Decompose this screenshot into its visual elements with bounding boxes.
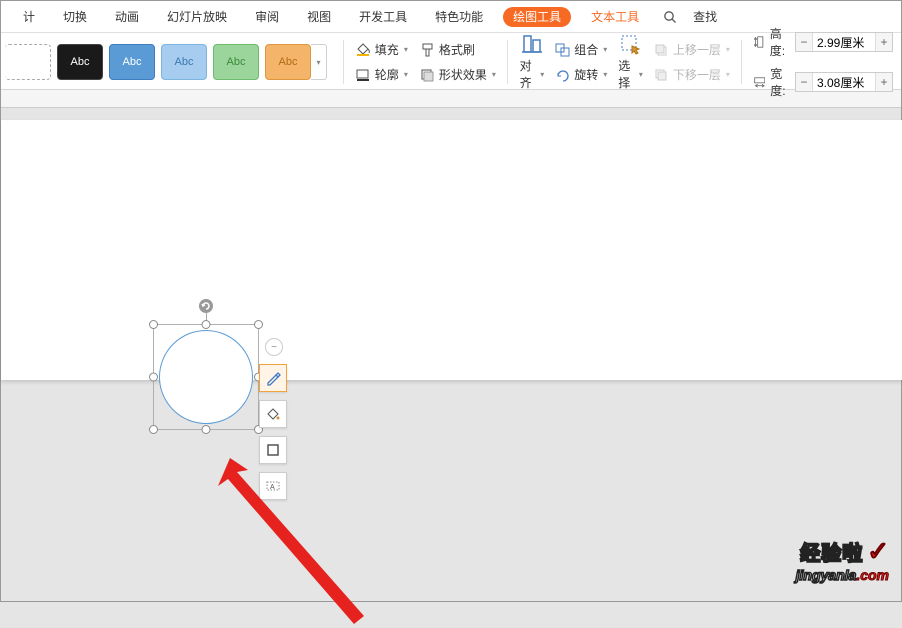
- bucket-icon: [355, 43, 371, 56]
- height-spinner[interactable]: − +: [795, 32, 893, 52]
- fill-label: 填充: [375, 41, 399, 58]
- align-label: 对齐: [520, 57, 538, 91]
- check-icon: ✓: [867, 536, 889, 566]
- tab-review[interactable]: 审阅: [241, 1, 293, 33]
- outline-label: 轮廓: [375, 66, 399, 83]
- height-input[interactable]: [813, 33, 875, 51]
- align-icon: [520, 33, 544, 55]
- separator: [507, 40, 508, 84]
- pencil-icon: [265, 370, 281, 386]
- selected-shape[interactable]: [153, 324, 259, 430]
- gallery-expand-button[interactable]: ▾: [311, 44, 327, 80]
- ribbon-body: Abc Abc Abc Abc Abc ▾ 填充▾ 轮廓▾ 格式刷 形状效果▾ …: [1, 33, 901, 90]
- select-button[interactable]: 选择▾: [614, 31, 647, 93]
- tab-drawing-tools[interactable]: 绘图工具: [503, 7, 571, 27]
- resize-handle-n[interactable]: [202, 320, 211, 329]
- shape-effect-button[interactable]: 形状效果▾: [417, 64, 499, 85]
- collapse-button[interactable]: −: [265, 338, 283, 356]
- bring-forward-button: 上移一层▾: [651, 39, 733, 60]
- float-text-button[interactable]: A: [259, 472, 287, 500]
- width-input[interactable]: [813, 73, 875, 91]
- tab-view[interactable]: 视图: [293, 1, 345, 33]
- circle-shape[interactable]: [159, 330, 253, 424]
- style-swatch-blue[interactable]: Abc: [109, 44, 155, 80]
- width-spinner[interactable]: − +: [795, 72, 893, 92]
- brush-label: 格式刷: [439, 41, 475, 58]
- layer-up-icon: [654, 43, 669, 57]
- watermark-title: 经验啦: [800, 537, 863, 566]
- tab-transition[interactable]: 切换: [49, 1, 101, 33]
- outline-button[interactable]: 轮廓▾: [352, 64, 411, 85]
- rotate-label: 旋转: [574, 66, 598, 83]
- tab-text-tools[interactable]: 文本工具: [577, 1, 653, 33]
- rotate-handle[interactable]: [199, 299, 213, 313]
- width-increase[interactable]: +: [876, 73, 892, 91]
- tab-slideshow[interactable]: 幻灯片放映: [153, 1, 241, 33]
- group-icon: [555, 43, 570, 57]
- align-button[interactable]: 对齐▾: [516, 31, 549, 93]
- shape-style-gallery[interactable]: Abc Abc Abc Abc Abc ▾: [9, 44, 335, 80]
- search-icon: [663, 10, 677, 24]
- layer-down-icon: [654, 68, 669, 82]
- style-swatch-dark[interactable]: Abc: [57, 44, 103, 80]
- group-label: 组合: [574, 41, 598, 58]
- resize-handle-s[interactable]: [202, 425, 211, 434]
- resize-handle-nw[interactable]: [149, 320, 158, 329]
- height-icon: [754, 34, 765, 50]
- watermark-domain: jingyanla: [796, 567, 857, 583]
- format-painter-button[interactable]: 格式刷: [417, 39, 499, 60]
- width-icon: [754, 75, 766, 90]
- float-format-button[interactable]: [259, 364, 287, 392]
- group-button[interactable]: 组合▾: [552, 39, 610, 60]
- tab-animation[interactable]: 动画: [101, 1, 153, 33]
- up-label: 上移一层: [673, 41, 721, 58]
- resize-handle-w[interactable]: [149, 373, 158, 382]
- height-decrease[interactable]: −: [796, 33, 812, 51]
- floating-toolbar: − A: [259, 338, 287, 500]
- style-swatch-green[interactable]: Abc: [213, 44, 259, 80]
- slide[interactable]: [1, 120, 902, 380]
- style-swatch-lightblue[interactable]: Abc: [161, 44, 207, 80]
- select-label: 选择: [618, 57, 636, 91]
- separator: [343, 40, 344, 84]
- canvas-area[interactable]: − A 经验啦✓ jingyanla.com: [1, 108, 901, 601]
- float-fill-button[interactable]: [259, 400, 287, 428]
- search-button[interactable]: 查找: [653, 1, 741, 33]
- svg-text:A: A: [270, 484, 275, 491]
- resize-handle-sw[interactable]: [149, 425, 158, 434]
- size-group: 高度: − + 宽度: − +: [750, 25, 893, 99]
- effect-icon: [420, 68, 435, 82]
- outline-icon: [355, 68, 371, 81]
- pointer-icon: [619, 33, 643, 55]
- float-outline-button[interactable]: [259, 436, 287, 464]
- tab-features[interactable]: 特色功能: [421, 1, 497, 33]
- tab-design[interactable]: 计: [9, 1, 49, 33]
- fill-button[interactable]: 填充▾: [352, 39, 411, 60]
- effect-label: 形状效果: [439, 66, 487, 83]
- width-decrease[interactable]: −: [796, 73, 812, 91]
- style-swatch-outline[interactable]: [5, 44, 51, 80]
- square-icon: [265, 442, 281, 458]
- height-increase[interactable]: +: [876, 33, 892, 51]
- separator: [741, 40, 742, 84]
- style-swatch-orange[interactable]: Abc: [265, 44, 311, 80]
- brush-icon: [420, 43, 435, 57]
- annotation-arrow: [206, 428, 376, 628]
- height-label: 高度:: [770, 25, 790, 59]
- down-label: 下移一层: [673, 66, 721, 83]
- watermark: 经验啦✓ jingyanla.com: [796, 536, 889, 583]
- watermark-tld: com: [860, 567, 889, 583]
- rotate-button[interactable]: 旋转▾: [552, 64, 610, 85]
- tab-devtools[interactable]: 开发工具: [345, 1, 421, 33]
- paint-icon: [265, 406, 281, 422]
- send-backward-button: 下移一层▾: [651, 64, 733, 85]
- search-label: 查找: [679, 1, 731, 33]
- textbox-icon: A: [265, 478, 281, 494]
- width-label: 宽度:: [770, 65, 790, 99]
- rotate-icon: [555, 68, 570, 82]
- resize-handle-ne[interactable]: [254, 320, 263, 329]
